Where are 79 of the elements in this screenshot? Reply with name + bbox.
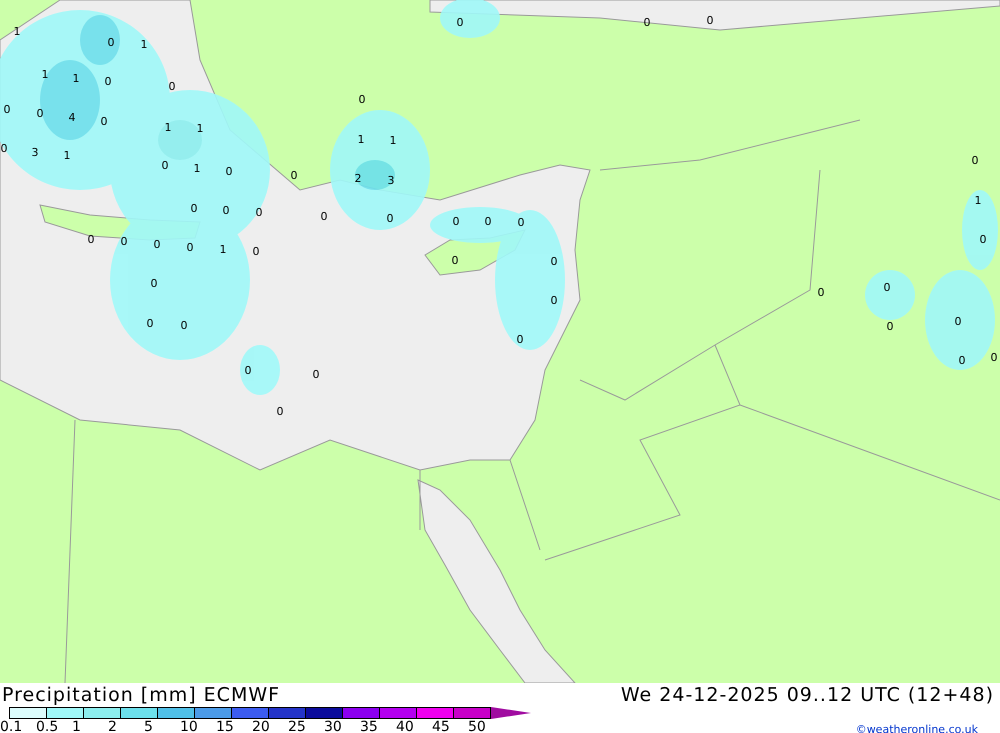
legend-tick-label: 10 <box>180 719 199 733</box>
precipitation-value: 2 <box>354 172 362 185</box>
precipitation-value: 0 <box>180 319 188 332</box>
precipitation-value: 0 <box>320 210 328 223</box>
precipitation-value: 0 <box>256 206 262 219</box>
legend-tick-label: 5 <box>144 719 154 733</box>
precipitation-value: 0 <box>252 245 260 258</box>
precipitation-value: 0 <box>226 165 232 178</box>
precipitation-value: 0 <box>980 233 986 246</box>
precipitation-value: 0 <box>312 368 320 381</box>
precipitation-value: 0 <box>386 212 394 225</box>
precipitation-value: 0 <box>886 320 894 333</box>
legend-tick-label: 30 <box>324 719 343 733</box>
precipitation-value: 3 <box>32 146 38 159</box>
precipitation-value: 0 <box>818 286 824 299</box>
precipitation-value: 3 <box>388 174 394 187</box>
precipitation-value: 0 <box>154 238 160 251</box>
legend-tick-label: 40 <box>396 719 415 733</box>
legend-tick-label: 2 <box>108 719 118 733</box>
precipitation-value: 0 <box>104 75 112 88</box>
precipitation-value: 0 <box>4 103 10 116</box>
precipitation-value: 1 <box>140 38 148 51</box>
legend-tick-label: 15 <box>216 719 235 733</box>
map-title: Precipitation [mm] ECMWF <box>2 684 280 706</box>
precipitation-value: 0 <box>954 315 962 328</box>
legend-overflow-arrow <box>491 707 531 719</box>
precipitation-value: 0 <box>358 93 366 106</box>
precipitation-value: 0 <box>36 107 44 120</box>
precipitation-value: 1 <box>974 194 982 207</box>
precipitation-value: 1 <box>42 68 48 81</box>
precipitation-value: 0 <box>516 333 524 346</box>
precipitation-value: 1 <box>358 133 364 146</box>
legend-tick-label: 50 <box>468 719 487 733</box>
precipitation-value: 1 <box>220 243 226 256</box>
precipitation-value: 0 <box>186 241 194 254</box>
precipitation-value: 0 <box>190 202 198 215</box>
legend-tick-label: 45 <box>432 719 451 733</box>
precipitation-value: 0 <box>484 215 492 228</box>
precipitation-value: 0 <box>550 294 558 307</box>
precipitation-value: 0 <box>550 255 558 268</box>
precipitation-value: 0 <box>108 36 114 49</box>
legend-tick-label: 0.1 <box>0 719 24 733</box>
precipitation-value: 0 <box>0 142 8 155</box>
precipitation-value: 0 <box>456 16 464 29</box>
credit-link[interactable]: ©weatheronline.co.uk <box>856 723 978 733</box>
precipitation-value: 0 <box>452 215 460 228</box>
precipitation-value: 1 <box>72 72 80 85</box>
precipitation-value: 1 <box>14 25 20 38</box>
precipitation-value: 0 <box>150 277 158 290</box>
precipitation-value: 1 <box>196 122 204 135</box>
precipitation-value: 0 <box>518 216 524 229</box>
precipitation-value: 0 <box>168 80 176 93</box>
precipitation-value: 0 <box>222 204 230 217</box>
precipitation-value: 0 <box>706 14 714 27</box>
precipitation-value: 0 <box>972 154 978 167</box>
precipitation-value: 0 <box>88 233 94 246</box>
precipitation-value: 0 <box>290 169 298 182</box>
precipitation-value: 0 <box>958 354 966 367</box>
legend-tick-label: 20 <box>252 719 271 733</box>
legend-tick-label: 35 <box>360 719 379 733</box>
precipitation-value: 0 <box>452 254 458 267</box>
precipitation-value: 4 <box>68 111 76 124</box>
precipitation-value: 1 <box>390 134 396 147</box>
precipitation-value: 1 <box>164 121 172 134</box>
precipitation-value: 0 <box>990 351 998 364</box>
precipitation-value: 0 <box>244 364 252 377</box>
legend-tick-label: 0.5 <box>36 719 60 733</box>
precipitation-value: 0 <box>120 235 128 248</box>
legend-tick-label: 1 <box>72 719 82 733</box>
precipitation-value: 1 <box>64 149 70 162</box>
precipitation-value: 1 <box>194 162 200 175</box>
precipitation-value: 0 <box>884 281 890 294</box>
valid-time: We 24-12-2025 09..12 UTC (12+48) <box>620 684 994 706</box>
precipitation-value: 0 <box>644 16 650 29</box>
precipitation-value: 0 <box>162 159 168 172</box>
precipitation-value: 0 <box>100 115 108 128</box>
legend-tick-label: 25 <box>288 719 307 733</box>
precipitation-value: 0 <box>276 405 284 418</box>
precipitation-value: 0 <box>146 317 154 330</box>
